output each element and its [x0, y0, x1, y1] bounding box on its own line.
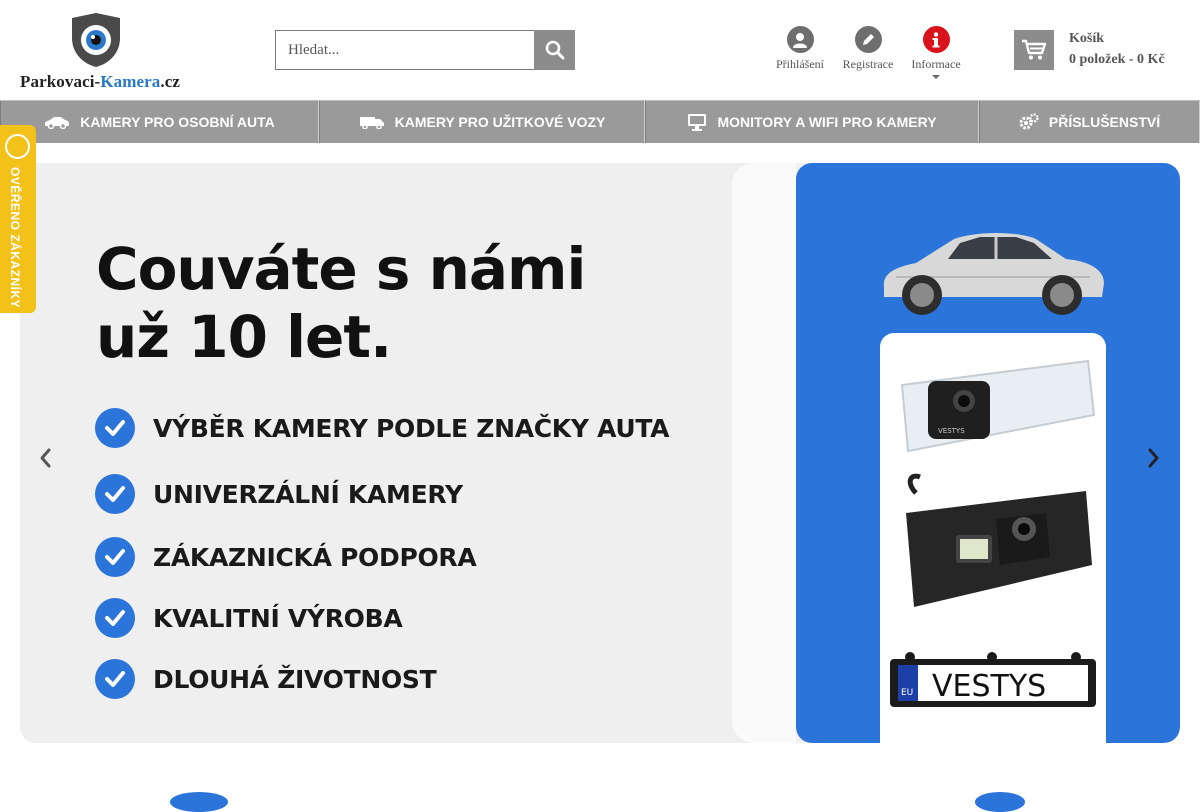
info-icon: [922, 26, 950, 53]
slider-next-button[interactable]: [1139, 443, 1169, 473]
nav-label-cars: KAMERY PRO OSOBNÍ AUTA: [80, 114, 275, 130]
pencil-icon: [854, 26, 882, 53]
site-logo[interactable]: Parkovaci-Kamera.cz: [20, 12, 180, 92]
verified-badge[interactable]: OVĚŘENO ZÁKAZNÍKY: [0, 125, 36, 313]
register-link[interactable]: Registrace: [838, 26, 898, 86]
banner-headline: Couváte s námi už 10 let.: [96, 235, 586, 371]
login-label: Přihlášení: [776, 57, 824, 71]
logo-text: Parkovaci-Kamera.cz: [20, 72, 181, 91]
feature-text: DLOUHÁ ŽIVOTNOST: [153, 664, 437, 694]
gears-icon: [1019, 113, 1039, 131]
feature-item: UNIVERZÁLNÍ KAMERY: [95, 474, 463, 514]
nav-item-monitors[interactable]: MONITORY A WIFI PRO KAMERY: [645, 101, 979, 143]
search-button[interactable]: [534, 30, 575, 70]
nav-label-accessories: PŘÍSLUŠENSTVÍ: [1048, 114, 1161, 130]
nav-label-vans: KAMERY PRO UŽITKOVÉ VOZY: [394, 114, 606, 130]
checkmark-icon: [95, 537, 135, 577]
camera-image: VESTYS: [900, 359, 1096, 453]
monitor-icon: [687, 113, 707, 131]
login-link[interactable]: Přihlášení: [770, 26, 830, 86]
seal-icon: [5, 134, 30, 159]
banner-headline-line1: Couváte s námi: [96, 235, 586, 303]
car-icon: [44, 115, 70, 129]
cart-summary: 0 položek - 0 Kč: [1069, 52, 1165, 67]
user-icon: [786, 26, 814, 53]
cart[interactable]: Košík 0 položek - 0 Kč: [1014, 30, 1184, 70]
svg-text:VESTYS: VESTYS: [932, 669, 1046, 704]
product-card: VESTYS EU VESTYS: [880, 333, 1106, 743]
user-links: Přihlášení Registrace Informace: [770, 26, 974, 86]
license-plate-image: EU VESTYS: [890, 652, 1096, 707]
eye-shield-icon: [72, 13, 120, 67]
info-link[interactable]: Informace: [906, 26, 966, 86]
feature-item: VÝBĚR KAMERY PODLE ZNAČKY AUTA: [95, 408, 670, 448]
feature-text: VÝBĚR KAMERY PODLE ZNAČKY AUTA: [153, 413, 670, 443]
truck-icon: [359, 115, 385, 129]
chevron-down-icon: [932, 75, 940, 79]
info-label: Informace: [911, 57, 961, 71]
register-label: Registrace: [842, 57, 894, 71]
nav-label-monitors: MONITORY A WIFI PRO KAMERY: [717, 114, 937, 130]
feature-item: ZÁKAZNICKÁ PODPORA: [95, 537, 477, 577]
section-icon: [975, 792, 1025, 812]
banner-headline-line2: už 10 let.: [96, 303, 392, 371]
checkmark-icon: [95, 598, 135, 638]
hero-banner[interactable]: Couváte s námi už 10 let. VÝBĚR KAMERY P…: [20, 163, 1180, 743]
section-icon: [170, 792, 228, 812]
nav-item-vans[interactable]: KAMERY PRO UŽITKOVÉ VOZY: [319, 101, 645, 143]
cart-title: Košík: [1069, 31, 1105, 46]
svg-text:EU: EU: [901, 688, 913, 698]
badge-text: OVĚŘENO ZÁKAZNÍKY: [8, 167, 22, 309]
checkmark-icon: [95, 474, 135, 514]
car-image: [883, 233, 1104, 315]
search-bar: [275, 30, 575, 70]
main-nav: KAMERY PRO OSOBNÍ AUTA KAMERY PRO UŽITKO…: [0, 100, 1200, 143]
feature-item: DLOUHÁ ŽIVOTNOST: [95, 659, 437, 699]
chevron-left-icon: [40, 448, 51, 468]
cart-icon: [1014, 30, 1054, 70]
feature-text: UNIVERZÁLNÍ KAMERY: [153, 479, 463, 509]
svg-text:VESTYS: VESTYS: [938, 427, 965, 435]
checkmark-icon: [95, 659, 135, 699]
search-input[interactable]: [275, 30, 535, 70]
header: Parkovaci-Kamera.cz Přihlášení Registrac…: [0, 0, 1200, 100]
feature-text: ZÁKAZNICKÁ PODPORA: [153, 542, 477, 572]
checkmark-icon: [95, 408, 135, 448]
camera-image: [906, 473, 1092, 607]
banner-divider: [732, 163, 796, 743]
feature-item: KVALITNÍ VÝROBA: [95, 598, 403, 638]
feature-text: KVALITNÍ VÝROBA: [153, 603, 403, 633]
nav-item-cars[interactable]: KAMERY PRO OSOBNÍ AUTA: [0, 101, 319, 143]
search-icon: [545, 40, 564, 60]
nav-item-accessories[interactable]: PŘÍSLUŠENSTVÍ: [979, 101, 1200, 143]
chevron-right-icon: [1148, 448, 1159, 468]
slider-prev-button[interactable]: [30, 443, 60, 473]
